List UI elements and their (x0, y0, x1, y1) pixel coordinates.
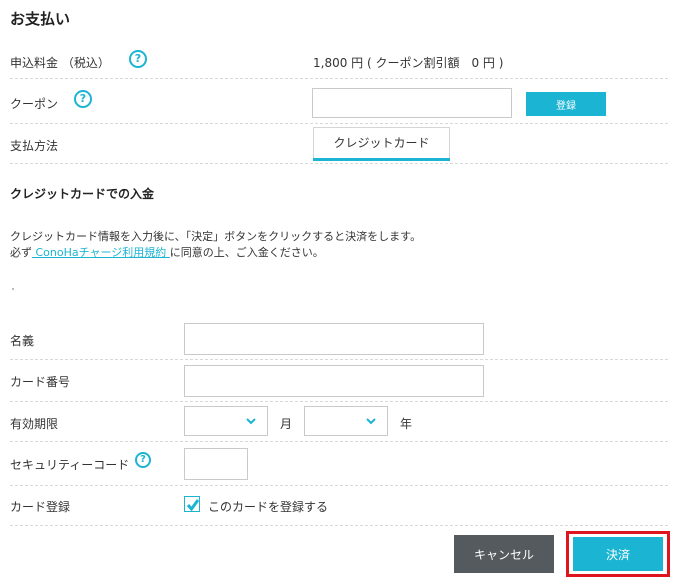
card-register-label: カード登録 (10, 500, 71, 514)
divider (10, 401, 668, 402)
terms-prefix: 必ず (10, 246, 32, 259)
expiry-month-select[interactable] (184, 406, 268, 436)
card-number-input[interactable] (184, 365, 484, 397)
divider (10, 525, 668, 526)
fee-label: 申込料金 （税込） (10, 56, 110, 70)
divider (10, 359, 668, 360)
coupon-help-icon[interactable]: ? (74, 90, 92, 108)
credit-section-terms: 必ず ConoHaチャージ利用規約 に同意の上、ご入金ください。 (10, 244, 324, 260)
submit-highlight: 決済 (566, 531, 670, 577)
fee-help-icon[interactable]: ? (129, 50, 147, 68)
coupon-input[interactable] (312, 88, 512, 118)
divider (10, 441, 668, 442)
tab-credit-card[interactable]: クレジットカード (313, 127, 450, 160)
chevron-down-icon (246, 418, 256, 425)
coupon-label: クーポン (10, 97, 59, 111)
payment-page: お支払い 申込料金 （税込） ? 1,800 円 ( クーポン割引額 0 円 )… (0, 0, 680, 586)
name-label: 名義 (10, 334, 35, 348)
expiry-label: 有効期限 (10, 417, 59, 431)
submit-button[interactable]: 決済 (573, 537, 663, 571)
divider (10, 485, 668, 486)
divider (10, 123, 668, 124)
cancel-button[interactable]: キャンセル (454, 535, 554, 573)
coupon-register-button[interactable]: 登録 (526, 92, 606, 116)
divider (10, 78, 668, 79)
expiry-year-select[interactable] (304, 406, 388, 436)
security-help-icon[interactable]: ? (135, 452, 151, 468)
name-input[interactable] (184, 323, 484, 355)
card-number-label: カード番号 (10, 375, 71, 389)
fee-value: 1,800 円 ( クーポン割引額 0 円 ) (313, 56, 504, 70)
tab-active-indicator (313, 158, 450, 161)
security-code-label: セキュリティーコード (10, 458, 130, 472)
chevron-down-icon (366, 418, 376, 425)
page-title: お支払い (10, 10, 71, 28)
credit-section-desc: クレジットカード情報を入力後に、「決定」ボタンをクリックすると決済をします。 (10, 230, 422, 243)
year-unit: 年 (400, 417, 413, 431)
dot-marker (12, 288, 14, 290)
terms-link[interactable]: ConoHaチャージ利用規約 (32, 246, 170, 259)
payment-method-label: 支払方法 (10, 139, 59, 153)
check-icon (186, 499, 200, 512)
divider (10, 163, 668, 164)
security-code-input[interactable] (184, 448, 248, 480)
terms-suffix: に同意の上、ご入金ください。 (169, 246, 324, 259)
credit-section-heading: クレジットカードでの入金 (10, 187, 155, 201)
month-unit: 月 (280, 417, 293, 431)
card-register-checkbox[interactable] (184, 496, 200, 512)
card-register-checkbox-label[interactable]: このカードを登録する (208, 498, 328, 515)
